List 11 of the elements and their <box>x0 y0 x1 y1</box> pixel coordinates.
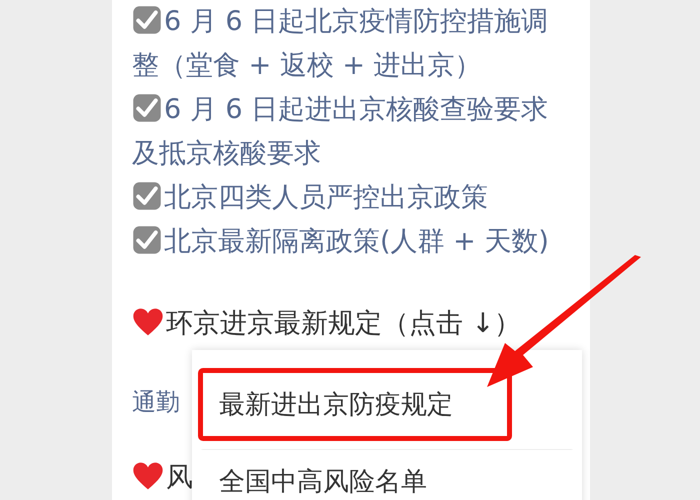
checklist-link[interactable]: 北京最新隔离政策(人群 + 天数) <box>132 220 572 264</box>
link[interactable]: 通勤 <box>132 388 180 416</box>
section-heading: 环京进京最新规定（点击 ↓） <box>166 308 522 339</box>
checklist-link[interactable]: 6 月 6 日起进出京核酸查验要求及抵京核酸要求 <box>132 88 572 176</box>
section-heading: 风 <box>166 462 193 493</box>
checklist-link[interactable]: 北京四类人员严控出京政策 <box>132 176 572 220</box>
heart-icon <box>132 461 164 491</box>
checklist-link[interactable]: 6 月 6 日起北京疫情防控措施调整（堂食 + 返校 + 进出京） <box>132 0 572 88</box>
menu-item[interactable]: 最新进出京防疫规定 <box>198 368 512 441</box>
menu-item[interactable]: 全国中高风险名单 <box>198 449 576 500</box>
heart-icon <box>132 307 164 337</box>
